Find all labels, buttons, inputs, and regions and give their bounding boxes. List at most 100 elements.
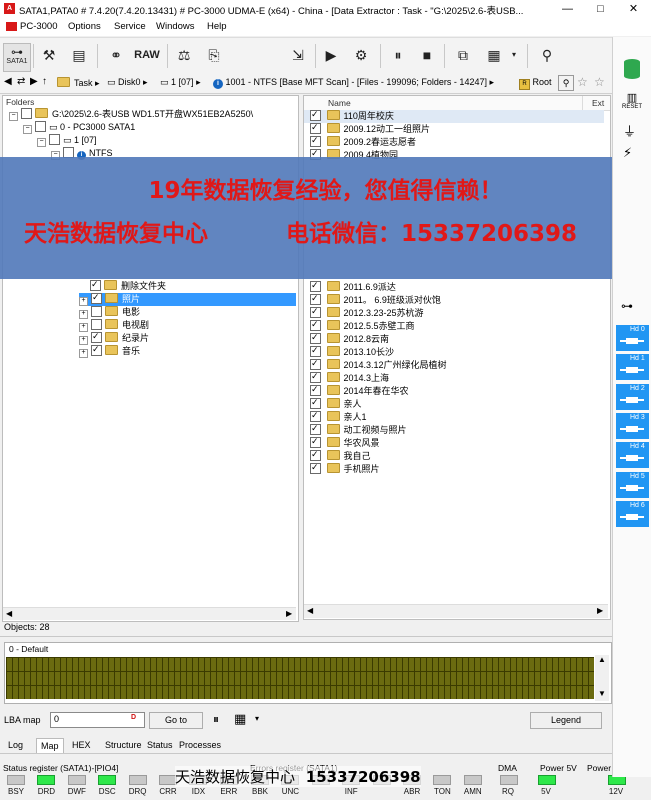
checkbox[interactable] <box>310 409 321 422</box>
hd-button-2[interactable]: Hd 2 <box>616 383 649 410</box>
tree-row-movies[interactable]: + 电影 <box>79 306 140 319</box>
list-item[interactable]: 2013.10长沙 <box>304 344 604 359</box>
network-icon[interactable]: ⚙ <box>348 43 374 67</box>
export-icon[interactable]: ⎘ <box>203 43 225 67</box>
splitter[interactable] <box>0 636 612 637</box>
pause-map-icon[interactable]: ⏸ <box>213 712 219 727</box>
scroll-right-icon[interactable]: ▶ <box>286 609 292 618</box>
expand-icon[interactable]: + <box>79 336 88 345</box>
search-icon[interactable]: ⚲ <box>558 75 574 91</box>
hd-button-1[interactable]: Hd 1 <box>616 354 649 381</box>
checkbox[interactable] <box>310 292 321 305</box>
files-hscrollbar[interactable]: ◀ ▶ <box>304 604 608 618</box>
checkbox[interactable] <box>91 330 102 343</box>
scale-icon[interactable]: ⚖ <box>173 43 195 67</box>
tree-row-documentary[interactable]: + 纪录片 <box>79 330 149 345</box>
tree-row-device[interactable]: − ▭ 0 - PC3000 SATA1 <box>23 121 135 134</box>
scroll-up-icon[interactable]: ▲ <box>598 655 606 664</box>
checkbox[interactable] <box>91 306 102 317</box>
map-view-icon[interactable]: ▦ <box>234 711 246 727</box>
checkbox[interactable] <box>310 279 321 292</box>
collapse-icon[interactable]: − <box>9 112 18 121</box>
favorite-star-icon[interactable]: ☆ <box>577 75 588 89</box>
close-button[interactable]: ✕ <box>617 0 650 18</box>
checkbox[interactable] <box>310 448 321 461</box>
checkbox[interactable] <box>310 318 321 331</box>
checkbox[interactable] <box>90 278 101 291</box>
column-divider[interactable] <box>582 96 583 110</box>
lba-input[interactable]: 0 D <box>50 712 145 728</box>
tab-hex[interactable]: HEX <box>68 738 95 752</box>
scroll-down-icon[interactable]: ▼ <box>598 689 606 698</box>
connector-icon[interactable]: ⊶ <box>621 299 633 313</box>
checkbox[interactable] <box>310 383 321 396</box>
list-item[interactable]: 2014.3.12广州绿化局植树 <box>304 357 604 372</box>
list-item[interactable]: 我自己 <box>304 448 604 463</box>
checkbox[interactable] <box>310 108 321 121</box>
tree-row-photos[interactable]: + 照片 <box>79 291 296 306</box>
view-mode-icon[interactable]: ▦ <box>481 43 507 67</box>
checkbox[interactable] <box>310 357 321 370</box>
database-icon[interactable] <box>621 57 643 83</box>
copy-icon[interactable]: ⧉ <box>452 43 474 67</box>
checkbox[interactable] <box>310 305 321 318</box>
back-arrow-icon[interactable]: ◀ <box>4 76 12 87</box>
list-item[interactable]: 110周年校庆 <box>304 108 604 123</box>
map-cells[interactable] <box>6 657 594 699</box>
sata-port-button[interactable]: ⊶ SATA1 <box>3 43 31 72</box>
checkbox[interactable] <box>310 461 321 474</box>
list-item[interactable]: 2014年春在华农 <box>304 383 604 398</box>
power-plug-icon[interactable]: ⏚ <box>623 121 636 140</box>
list-item[interactable]: 2012.8云南 <box>304 331 604 346</box>
scroll-left-icon[interactable]: ◀ <box>307 606 313 615</box>
breadcrumb-disk[interactable]: ▭ Disk0 ▸ <box>107 77 148 88</box>
voltage-icon[interactable]: ⚡ <box>623 145 632 161</box>
checkbox[interactable] <box>310 134 321 147</box>
breadcrumb-partition[interactable]: ▭ 1 [07] ▸ <box>160 77 201 88</box>
tree-row-tv[interactable]: + 电视剧 <box>79 319 149 332</box>
checkbox[interactable] <box>91 319 102 330</box>
checkbox[interactable] <box>21 108 32 119</box>
map-vscrollbar[interactable]: ▲ ▼ <box>595 655 609 701</box>
checkbox[interactable] <box>35 121 46 132</box>
play-icon[interactable]: ▶ <box>320 43 342 67</box>
list-item[interactable]: 2011。 6.9班级派对伙饱 <box>304 292 604 307</box>
hd-button-3[interactable]: Hd 3 <box>616 412 649 439</box>
list-item[interactable]: 动工视频与照片 <box>304 422 604 437</box>
checkbox[interactable] <box>91 343 102 356</box>
collapse-icon[interactable]: − <box>37 138 46 147</box>
tab-processes[interactable]: Processes <box>175 738 225 752</box>
reset-button[interactable]: ▥ RESET <box>619 92 645 114</box>
scroll-right-icon[interactable]: ▶ <box>597 606 603 615</box>
checkbox[interactable] <box>310 121 321 134</box>
hd-button-6[interactable]: Hd 6 <box>616 500 649 527</box>
column-ext[interactable]: Ext <box>592 98 604 108</box>
list-item[interactable]: 2011.6.9派达 <box>304 279 604 294</box>
list-item[interactable]: 手机照片 <box>304 461 604 476</box>
forward-arrow-icon[interactable]: ▶ <box>30 76 38 87</box>
folders-hscrollbar[interactable]: ◀ ▶ <box>3 607 296 620</box>
list-item[interactable]: 亲人 <box>304 396 604 411</box>
menu-windows[interactable]: Windows <box>156 21 195 32</box>
checkbox[interactable] <box>310 331 321 344</box>
checkbox[interactable] <box>310 344 321 357</box>
expand-icon[interactable]: + <box>79 349 88 358</box>
tab-log[interactable]: Log <box>4 738 27 752</box>
maximize-button[interactable]: □ <box>584 0 617 18</box>
hd-button-4[interactable]: Hd 4 <box>616 442 649 469</box>
hd-button-5[interactable]: Hd 5 <box>616 471 649 498</box>
breadcrumb-task[interactable]: Task ▸ <box>57 77 100 89</box>
binoculars-icon[interactable]: ⚭ <box>105 43 127 67</box>
checkbox[interactable] <box>49 134 60 145</box>
document-icon[interactable]: ▤ <box>68 43 90 67</box>
column-name[interactable]: Name <box>328 98 351 108</box>
tab-status[interactable]: Status <box>143 738 177 752</box>
chevron-down-icon[interactable]: ▾ <box>509 43 519 67</box>
list-item[interactable]: 2009.12动工一组照片 <box>304 121 604 136</box>
menu-service[interactable]: Service <box>114 21 146 32</box>
list-item[interactable]: 2012.5.5赤壁工商 <box>304 318 604 333</box>
dec-hex-icon[interactable]: D <box>131 714 136 721</box>
expand-icon[interactable]: + <box>79 297 88 306</box>
checkbox[interactable] <box>310 370 321 383</box>
menu-options[interactable]: Options <box>68 21 101 32</box>
